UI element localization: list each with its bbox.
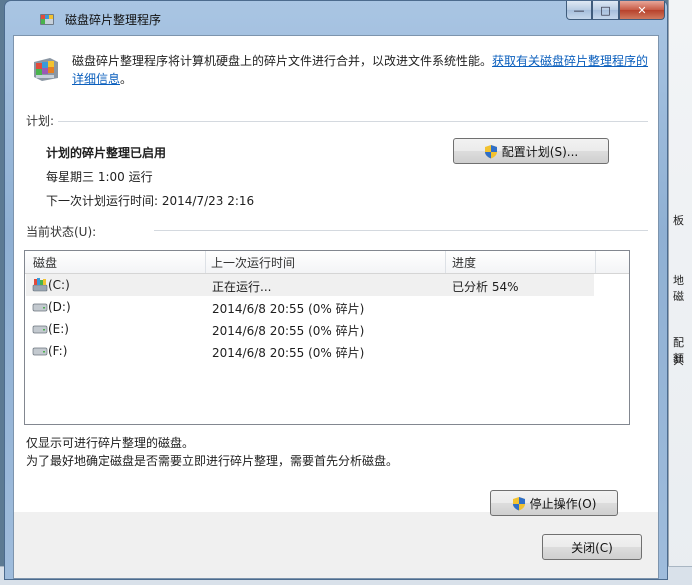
disk-name: (C:) — [48, 278, 70, 292]
column-header-last-run[interactable]: 上一次运行时间 — [211, 254, 295, 271]
defrag-window: 磁盘碎片整理程序 — □ ✕ 磁盘碎片整理程序将计算机硬盘上的碎片文件进行合并，… — [4, 0, 668, 580]
stop-operation-label: 停止操作(O) — [529, 496, 597, 511]
minimize-button[interactable]: — — [566, 1, 592, 20]
uac-shield-icon — [512, 496, 525, 510]
note-defraggable-only: 仅显示可进行碎片整理的磁盘。 — [26, 436, 195, 450]
disk-list[interactable]: 磁盘 上一次运行时间 进度 (C:) 正在运行... 已分析 54% (D:) … — [24, 250, 630, 425]
last-run: 2014/6/8 20:55 (0% 碎片) — [212, 346, 365, 360]
background-text: 地磁 — [673, 274, 684, 303]
next-run-time: 下一次计划运行时间: 2014/7/23 2:16 — [46, 194, 255, 208]
schedule-status: 计划的碎片整理已启用 — [46, 146, 167, 160]
disk-row[interactable]: (F:) 2014/6/8 20:55 (0% 碎片) — [26, 340, 594, 362]
intro-text: 磁盘碎片整理程序将计算机硬盘上的碎片文件进行合并，以改进文件系统性能。 — [72, 54, 493, 68]
defrag-app-icon — [40, 14, 54, 25]
intro-description: 磁盘碎片整理程序将计算机硬盘上的碎片文件进行合并，以改进文件系统性能。获取有关磁… — [72, 52, 652, 88]
disk-row[interactable]: (C:) 正在运行... 已分析 54% — [26, 274, 594, 296]
disk-row[interactable]: (D:) 2014/6/8 20:55 (0% 碎片) — [26, 296, 594, 318]
section-divider — [154, 230, 648, 231]
disk-name: (E:) — [48, 322, 69, 336]
configure-schedule-button[interactable]: 配置计划(S)... — [453, 138, 609, 164]
close-button[interactable]: 关闭(C) — [542, 534, 642, 560]
window-title: 磁盘碎片整理程序 — [65, 13, 162, 27]
schedule-section-label: 计划: — [26, 114, 55, 128]
stop-operation-button[interactable]: 停止操作(O) — [490, 490, 618, 516]
column-separator — [445, 251, 446, 273]
schedule-frequency: 每星期三 1:00 运行 — [46, 170, 153, 184]
configure-schedule-label: 配置计划(S)... — [501, 144, 579, 159]
background-window: 板 地磁 配额 共 — [668, 0, 692, 584]
maximize-icon: □ — [600, 3, 611, 17]
close-icon: ✕ — [637, 3, 647, 17]
intro-period: 。 — [120, 72, 133, 86]
last-run: 2014/6/8 20:55 (0% 碎片) — [212, 324, 365, 338]
column-separator — [595, 251, 596, 273]
disk-name: (D:) — [48, 300, 71, 314]
column-separator — [205, 251, 206, 273]
drive-icon — [32, 325, 48, 334]
background-text: 板 — [673, 214, 684, 227]
minimize-icon: — — [573, 3, 585, 17]
defrag-drive-icon — [32, 278, 48, 292]
title-bar[interactable]: 磁盘碎片整理程序 — □ ✕ — [5, 1, 667, 35]
column-header-progress[interactable]: 进度 — [452, 254, 476, 271]
defrag-app-icon — [34, 58, 58, 81]
last-run: 2014/6/8 20:55 (0% 碎片) — [212, 302, 365, 316]
close-label: 关闭(C) — [571, 540, 613, 555]
current-status-label: 当前状态(U): — [26, 225, 97, 239]
drive-icon — [32, 347, 48, 356]
progress: 已分析 54% — [452, 280, 519, 294]
window-controls: — □ ✕ — [566, 1, 665, 21]
maximize-button[interactable]: □ — [592, 1, 619, 20]
disk-row[interactable]: (E:) 2014/6/8 20:55 (0% 碎片) — [26, 318, 594, 340]
column-header-disk[interactable]: 磁盘 — [33, 254, 57, 271]
uac-shield-icon — [484, 144, 497, 158]
drive-icon — [32, 303, 48, 312]
disk-name: (F:) — [48, 344, 68, 358]
section-divider — [58, 121, 648, 122]
close-window-button[interactable]: ✕ — [619, 1, 665, 20]
dialog-body: 磁盘碎片整理程序将计算机硬盘上的碎片文件进行合并，以改进文件系统性能。获取有关磁… — [13, 35, 659, 579]
background-text: 共 — [673, 354, 684, 367]
note-analyze-first: 为了最好地确定磁盘是否需要立即进行碎片整理，需要首先分析磁盘。 — [26, 454, 399, 468]
last-run: 正在运行... — [212, 280, 272, 294]
disk-list-header: 磁盘 上一次运行时间 进度 — [25, 251, 629, 274]
